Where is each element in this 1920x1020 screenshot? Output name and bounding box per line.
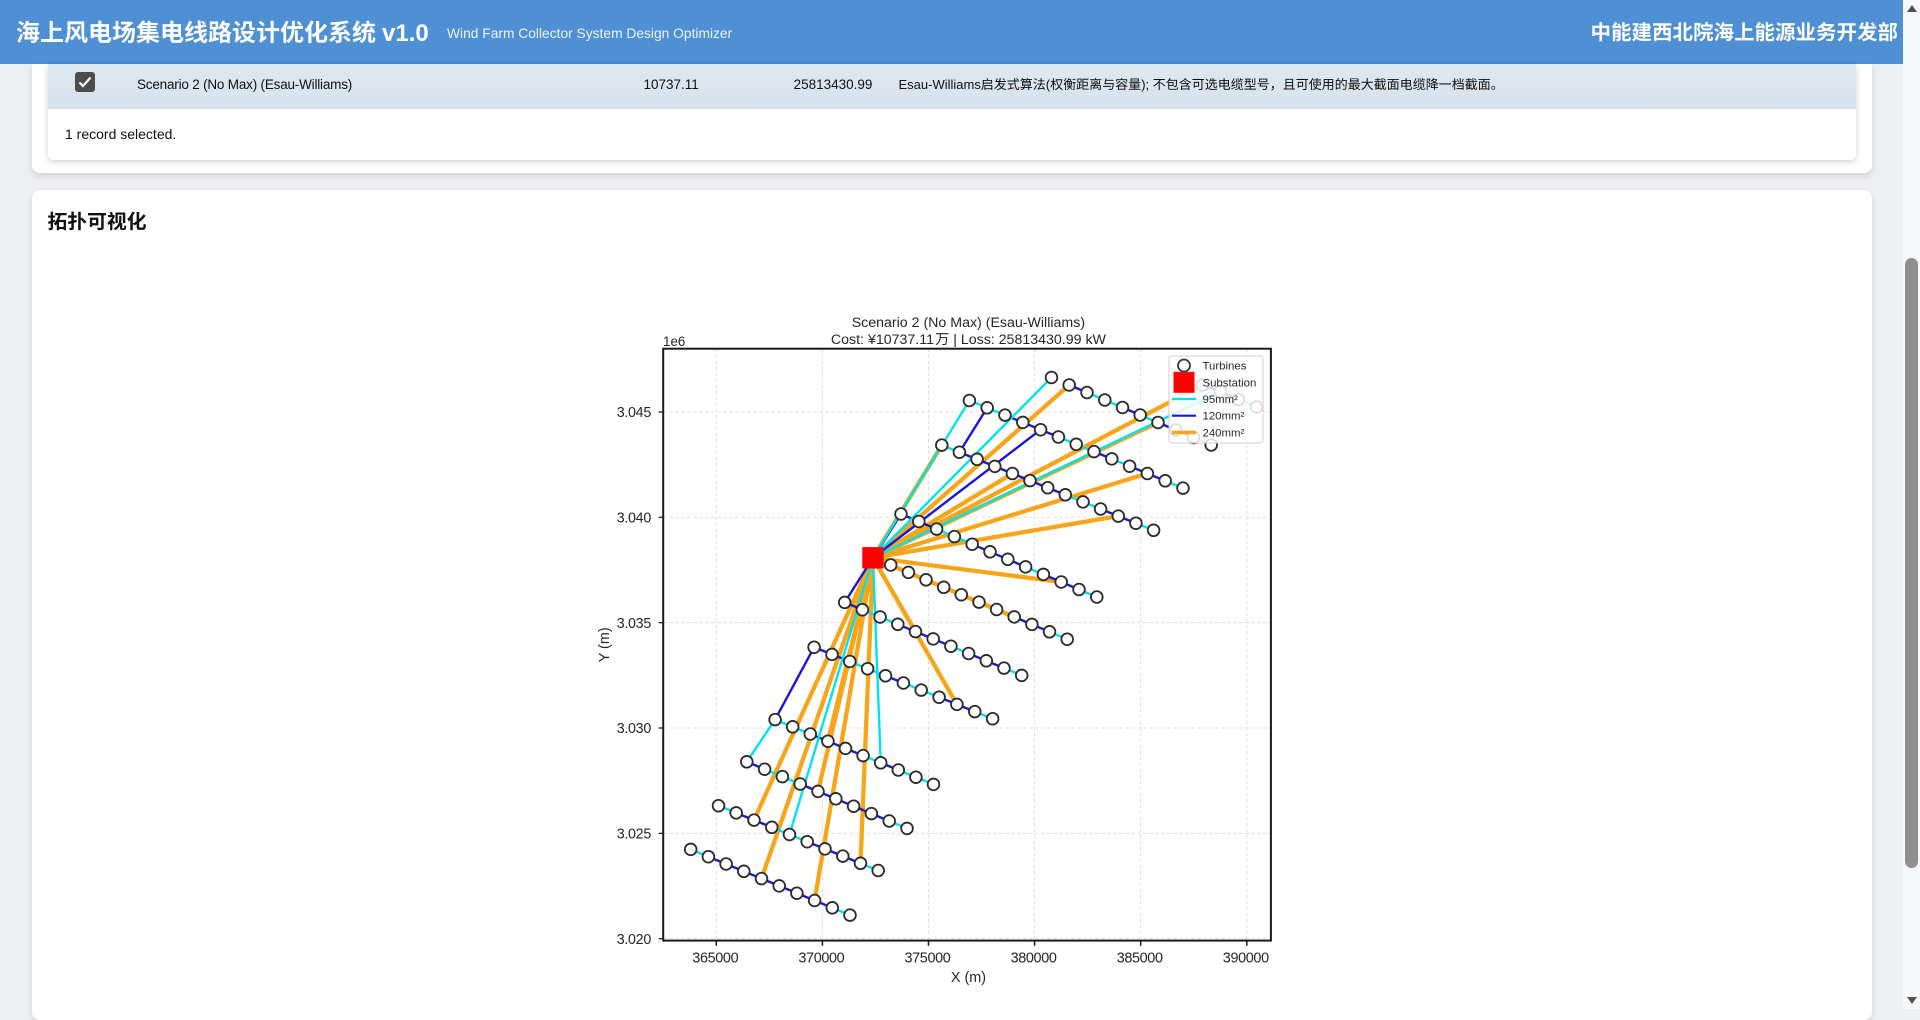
svg-text:3.035: 3.035 bbox=[617, 616, 652, 632]
svg-text:Scenario 2 (No Max) (Esau-Will: Scenario 2 (No Max) (Esau-Williams) bbox=[852, 315, 1085, 331]
svg-text:Esau-Williams: Esau-Williams bbox=[899, 77, 982, 92]
svg-text:10737.11: 10737.11 bbox=[644, 77, 699, 92]
svg-text:3.045: 3.045 bbox=[617, 405, 652, 421]
svg-text:Cost: ¥10737.11: Cost: ¥10737.11 bbox=[831, 332, 934, 348]
svg-text:| Loss: 25813430.99 kW: | Loss: 25813430.99 kW bbox=[953, 332, 1106, 348]
svg-text:Turbines: Turbines bbox=[1203, 361, 1247, 373]
svg-text:Substation: Substation bbox=[1203, 377, 1257, 389]
svg-text:385000: 385000 bbox=[1117, 950, 1163, 966]
svg-text:1 record selected.: 1 record selected. bbox=[65, 126, 176, 142]
svg-text:120mm²: 120mm² bbox=[1203, 411, 1245, 423]
svg-text:3.025: 3.025 bbox=[617, 827, 652, 843]
svg-text:(: ( bbox=[1046, 77, 1051, 92]
svg-text:v1.0: v1.0 bbox=[382, 20, 429, 47]
svg-text:380000: 380000 bbox=[1011, 950, 1057, 966]
svg-text:Wind Farm Collector System Des: Wind Farm Collector System Design Optimi… bbox=[447, 26, 733, 41]
svg-text:Y (m): Y (m) bbox=[597, 627, 613, 662]
svg-text:3.030: 3.030 bbox=[617, 721, 652, 737]
svg-text:3.020: 3.020 bbox=[617, 932, 652, 948]
svg-text:375000: 375000 bbox=[905, 950, 951, 966]
svg-text:370000: 370000 bbox=[798, 950, 844, 966]
svg-text:3.040: 3.040 bbox=[617, 511, 652, 527]
svg-text:390000: 390000 bbox=[1223, 950, 1269, 966]
svg-text:);: ); bbox=[1141, 77, 1149, 92]
svg-text:25813430.99: 25813430.99 bbox=[794, 77, 873, 92]
svg-text:Scenario 2 (No Max) (Esau-Will: Scenario 2 (No Max) (Esau-Williams) bbox=[137, 77, 352, 92]
svg-text:365000: 365000 bbox=[692, 950, 738, 966]
svg-text:240mm²: 240mm² bbox=[1203, 427, 1245, 439]
svg-text:X (m): X (m) bbox=[951, 970, 986, 986]
svg-text:95mm²: 95mm² bbox=[1203, 394, 1239, 406]
svg-text:1e6: 1e6 bbox=[663, 334, 685, 349]
